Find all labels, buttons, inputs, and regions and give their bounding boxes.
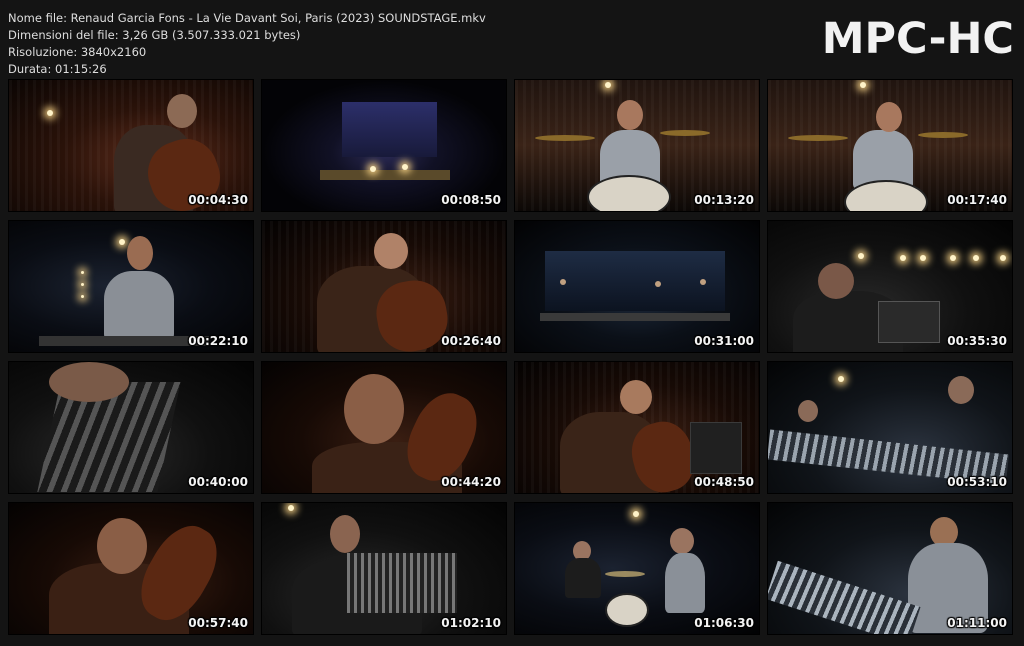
file-duration: Durata: 01:15:26 xyxy=(8,62,107,76)
thumbnail: 01:02:10 xyxy=(262,503,506,634)
video-frame-image xyxy=(9,221,253,352)
thumbnail: 00:31:00 xyxy=(515,221,759,352)
timestamp: 01:06:30 xyxy=(694,616,754,630)
timestamp: 00:04:30 xyxy=(188,193,248,207)
timestamp: 00:08:50 xyxy=(441,193,501,207)
video-frame-image xyxy=(515,221,759,352)
video-frame-image xyxy=(768,362,1012,493)
video-frame-image xyxy=(9,362,253,493)
timestamp: 01:11:00 xyxy=(947,616,1007,630)
timestamp: 00:48:50 xyxy=(694,475,754,489)
thumbnail: 00:13:20 xyxy=(515,80,759,211)
video-frame-image xyxy=(768,80,1012,211)
video-frame-image xyxy=(9,80,253,211)
thumbnail: 01:11:00 xyxy=(768,503,1012,634)
file-size: Dimensioni del file: 3,26 GB (3.507.333.… xyxy=(8,28,301,42)
timestamp: 00:35:30 xyxy=(947,334,1007,348)
video-frame-image xyxy=(515,362,759,493)
video-frame-image xyxy=(262,80,506,211)
thumbnail: 00:48:50 xyxy=(515,362,759,493)
mpc-hc-logo: MPC-HC xyxy=(821,14,1014,64)
video-frame-image xyxy=(768,221,1012,352)
video-frame-image xyxy=(515,80,759,211)
thumbnail: 00:35:30 xyxy=(768,221,1012,352)
thumbnail: 00:53:10 xyxy=(768,362,1012,493)
thumbnail-grid: 00:04:30 00:08:50 00:13:20 00:17:40 00:2… xyxy=(9,80,1012,634)
timestamp: 00:44:20 xyxy=(441,475,501,489)
timestamp: 00:26:40 xyxy=(441,334,501,348)
video-frame-image xyxy=(768,503,1012,634)
timestamp: 00:31:00 xyxy=(694,334,754,348)
timestamp: 01:02:10 xyxy=(441,616,501,630)
video-frame-image xyxy=(262,503,506,634)
thumbnail: 00:26:40 xyxy=(262,221,506,352)
video-frame-image xyxy=(262,221,506,352)
timestamp: 00:57:40 xyxy=(188,616,248,630)
thumbnail: 00:08:50 xyxy=(262,80,506,211)
file-resolution: Risoluzione: 3840x2160 xyxy=(8,45,147,59)
timestamp: 00:13:20 xyxy=(694,193,754,207)
file-name: Nome file: Renaud Garcia Fons - La Vie D… xyxy=(8,11,486,25)
timestamp: 00:22:10 xyxy=(188,334,248,348)
thumbnail: 01:06:30 xyxy=(515,503,759,634)
video-frame-image xyxy=(9,503,253,634)
thumbnail: 00:57:40 xyxy=(9,503,253,634)
thumbnail: 00:04:30 xyxy=(9,80,253,211)
thumbnail: 00:22:10 xyxy=(9,221,253,352)
thumbnail: 00:44:20 xyxy=(262,362,506,493)
timestamp: 00:53:10 xyxy=(947,475,1007,489)
thumbnail: 00:17:40 xyxy=(768,80,1012,211)
video-frame-image xyxy=(262,362,506,493)
file-info: Nome file: Renaud Garcia Fons - La Vie D… xyxy=(8,10,486,78)
timestamp: 00:17:40 xyxy=(947,193,1007,207)
thumbnail: 00:40:00 xyxy=(9,362,253,493)
video-frame-image xyxy=(515,503,759,634)
timestamp: 00:40:00 xyxy=(188,475,248,489)
